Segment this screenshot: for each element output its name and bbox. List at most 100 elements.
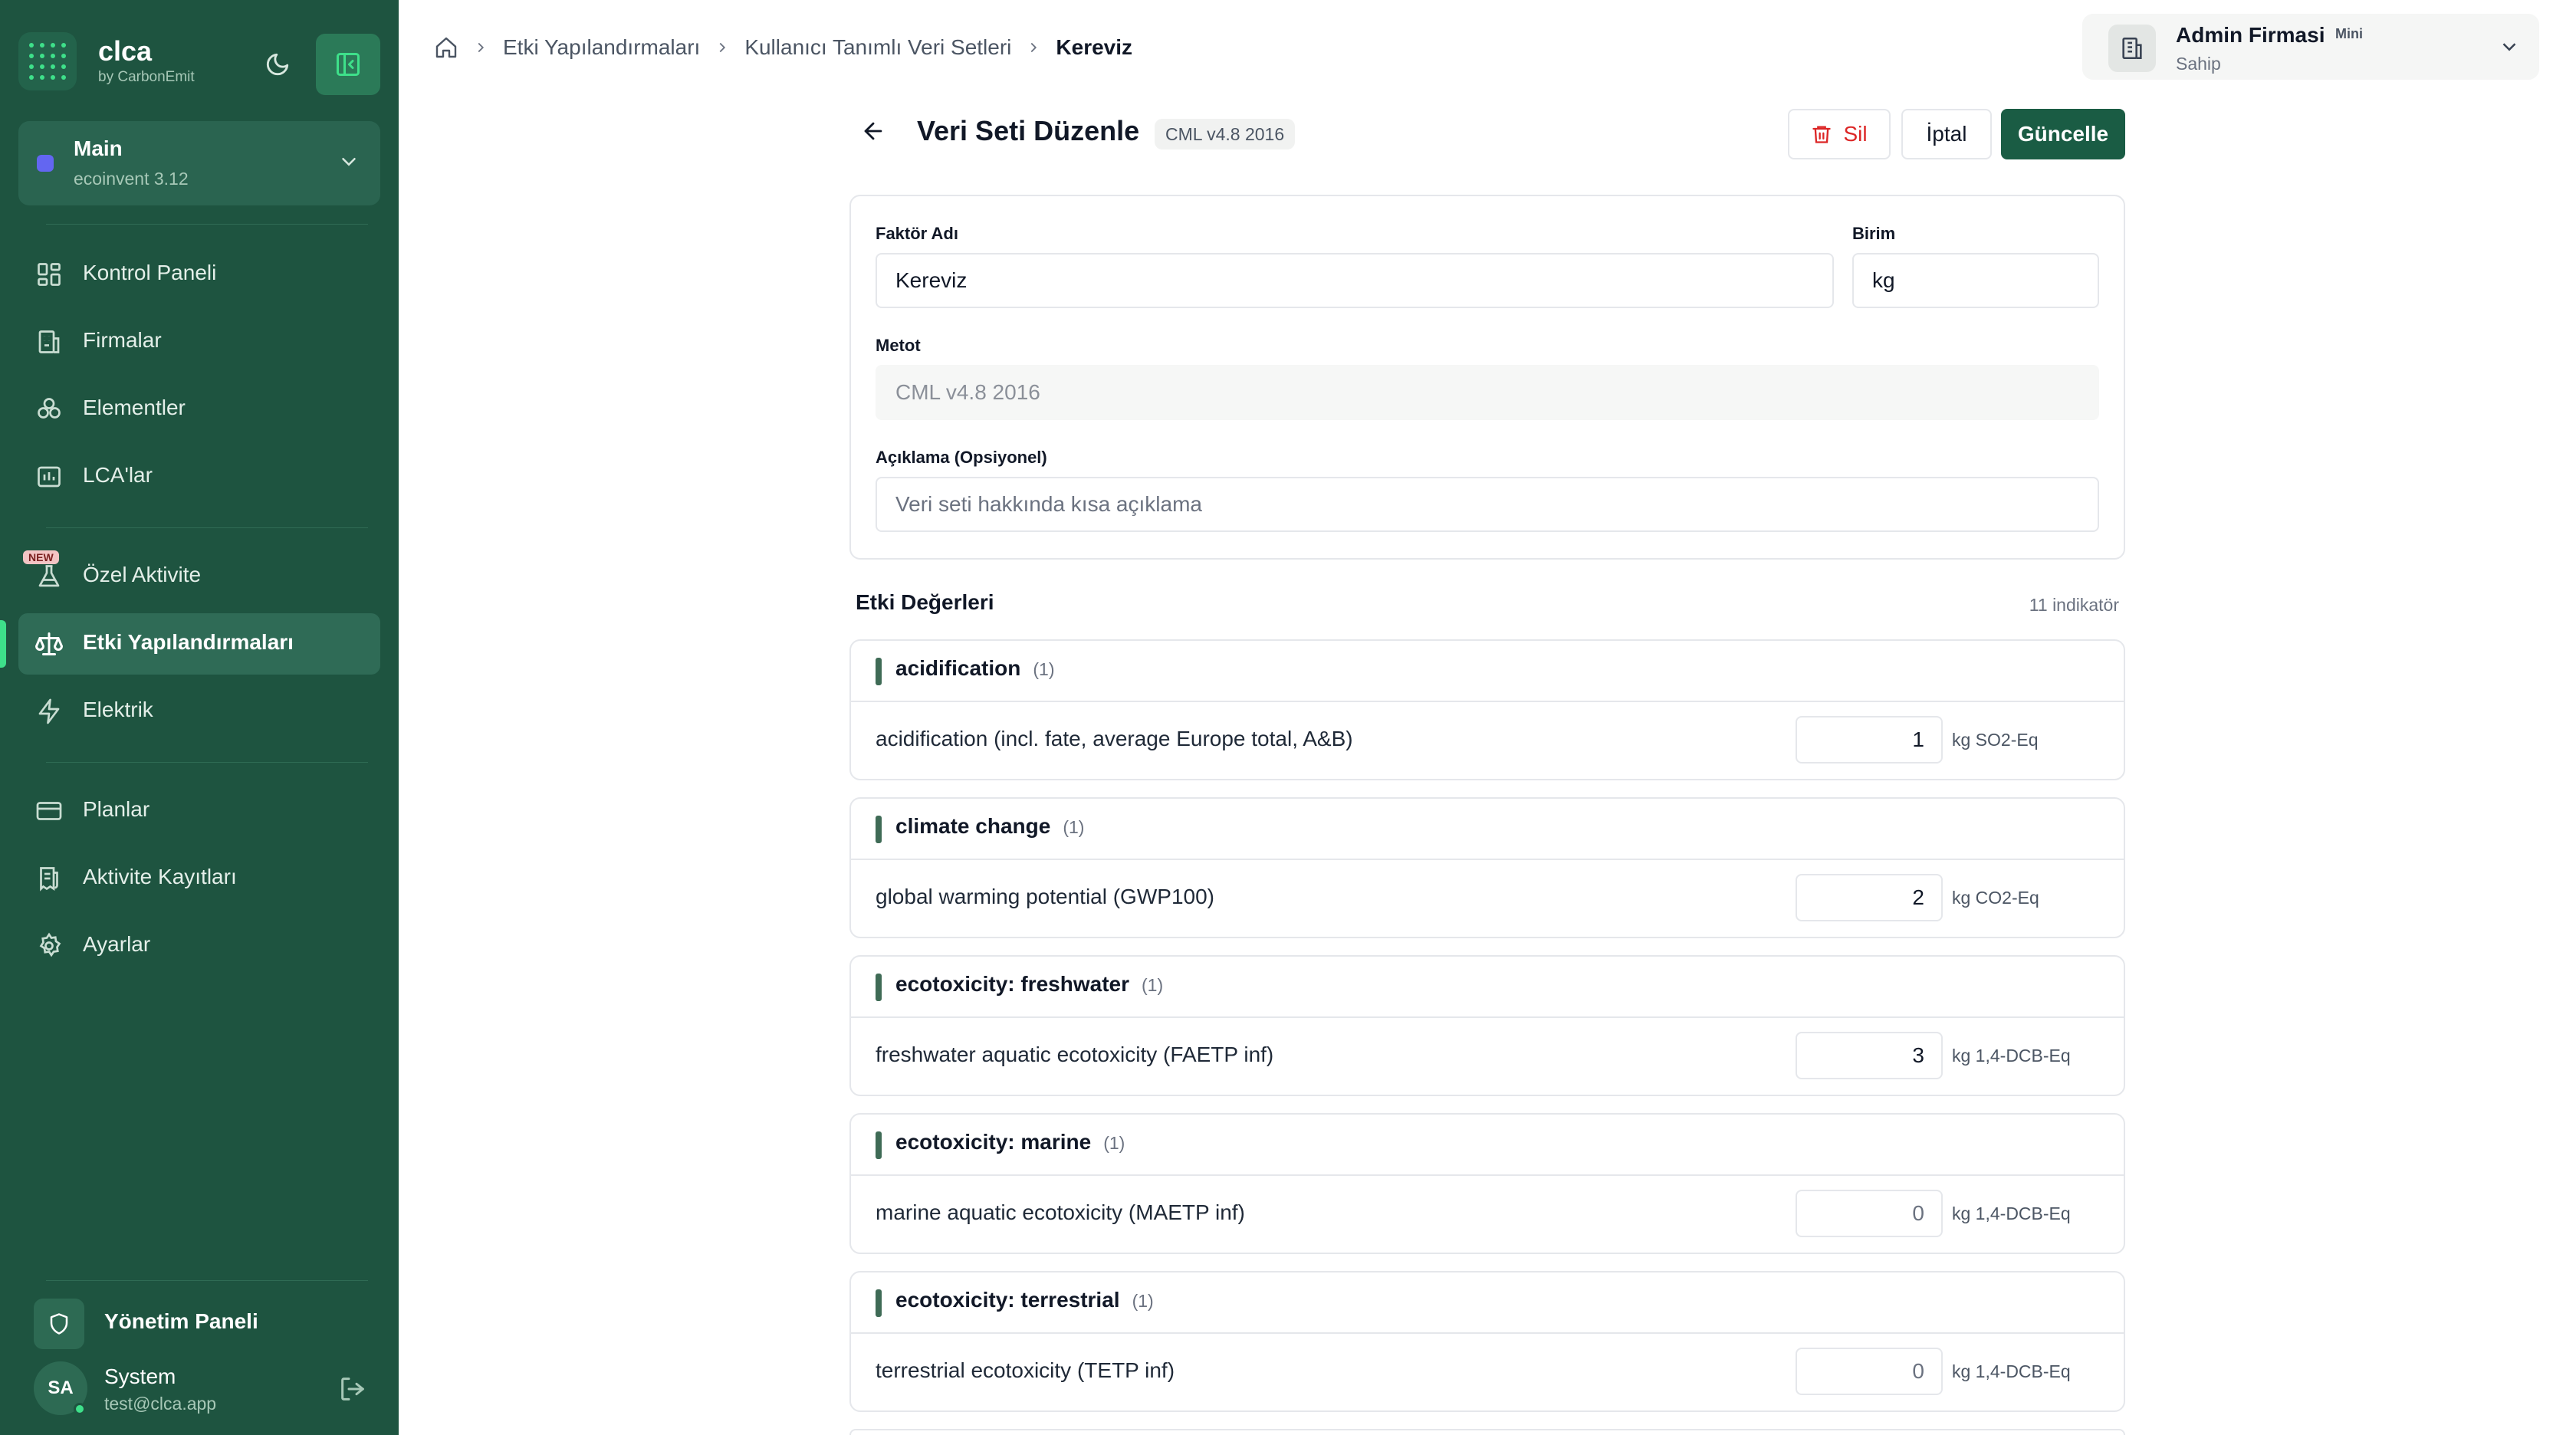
sidebar-divider — [46, 224, 368, 225]
group-name: climate change (1) — [895, 814, 1084, 839]
logout-icon[interactable] — [337, 1374, 368, 1404]
indicator-value-input[interactable] — [1796, 874, 1943, 921]
sidebar-divider — [46, 1280, 368, 1281]
indicator-value-input[interactable] — [1796, 716, 1943, 763]
indicator-name: global warming potential (GWP100) — [876, 885, 1214, 908]
gear-icon — [35, 932, 63, 960]
new-badge: NEW — [23, 550, 59, 564]
dashboard-icon — [35, 261, 63, 288]
back-arrow-icon[interactable] — [860, 118, 886, 144]
sidebar-item-firmalar[interactable]: Firmalar — [18, 311, 380, 373]
method-input — [876, 365, 2099, 420]
brand-subtitle: by CarbonEmit — [98, 69, 195, 85]
dataset-form: Faktör Adı Birim Metot Açıklama (Opsiyon… — [849, 195, 2125, 560]
group-header: acidification (1) — [851, 641, 2124, 702]
breadcrumb-link-datasets[interactable]: Kullanıcı Tanımlı Veri Setleri — [744, 35, 1011, 60]
sidebar-item-elementler[interactable]: Elementler — [18, 379, 380, 440]
indicator-unit: kg 1,4-DCB-Eq — [1952, 1046, 2071, 1066]
group-header: climate change (1) — [851, 799, 2124, 860]
group-count: (1) — [1063, 817, 1085, 837]
breadcrumb-link-etki[interactable]: Etki Yapılandırmaları — [503, 35, 700, 60]
indicator-value-input[interactable] — [1796, 1032, 1943, 1079]
sidebar: clca by CarbonEmit Main ecoinvent 3.12 K… — [0, 0, 399, 1435]
breadcrumb-current: Kereviz — [1056, 35, 1133, 59]
group-header: ecotoxicity: marine (1) — [851, 1115, 2124, 1176]
chart-icon — [35, 463, 63, 491]
user-email: test@clca.app — [104, 1394, 217, 1414]
update-button[interactable]: Güncelle — [2001, 109, 2125, 159]
sidebar-item-aktivite-kayitlari[interactable]: Aktivite Kayıtları — [18, 848, 380, 909]
factor-name-input[interactable] — [876, 253, 1834, 308]
sidebar-item-ozel-aktivite[interactable]: Özel Aktivite — [18, 546, 380, 607]
indicator-name: marine aquatic ecotoxicity (MAETP inf) — [876, 1200, 1245, 1224]
unit-input[interactable] — [1852, 253, 2099, 308]
active-indicator — [0, 620, 6, 668]
page-title: Veri Seti Düzenle — [917, 115, 1140, 146]
indicator-unit: kg SO2-Eq — [1952, 730, 2039, 750]
impact-group-climate-change: climate change (1) global warming potenti… — [849, 797, 2125, 938]
indicator-name: freshwater aquatic ecotoxicity (FAETP in… — [876, 1043, 1274, 1066]
group-header: ecotoxicity: terrestrial (1) — [851, 1272, 2124, 1334]
group-header: ecotoxicity: freshwater (1) — [851, 957, 2124, 1018]
user-profile[interactable]: SA System test@clca.app — [34, 1360, 380, 1418]
chevron-right-icon — [472, 39, 489, 56]
group-name: ecotoxicity: freshwater (1) — [895, 972, 1163, 997]
sidebar-item-label: Etki Yapılandırmaları — [83, 630, 294, 654]
sidebar-item-label: Planlar — [83, 797, 150, 821]
group-accent-bar — [876, 1131, 882, 1159]
method-badge: CML v4.8 2016 — [1155, 119, 1296, 149]
indicator-count: 11 indikatör — [2029, 595, 2119, 615]
group-name: acidification (1) — [895, 656, 1055, 681]
indicator-name: terrestrial ecotoxicity (TETP inf) — [876, 1358, 1175, 1382]
brand-logo-icon[interactable] — [18, 32, 77, 90]
sidebar-divider — [46, 762, 368, 763]
indicator-value-input[interactable] — [1796, 1348, 1943, 1395]
home-icon[interactable] — [434, 35, 458, 60]
group-name-text: ecotoxicity: terrestrial — [895, 1288, 1120, 1312]
unit-label: Birim — [1852, 224, 1896, 243]
description-input[interactable] — [876, 477, 2099, 532]
sidebar-item-label: Özel Aktivite — [83, 563, 202, 586]
description-label: Açıklama (Opsiyonel) — [876, 448, 1047, 467]
sidebar-item-label: Elementler — [83, 396, 186, 419]
building-icon — [35, 328, 63, 356]
user-name: System — [104, 1364, 176, 1388]
building-icon — [2108, 25, 2156, 72]
receipt-icon — [35, 865, 63, 892]
group-count: (1) — [1132, 1291, 1154, 1311]
online-status-dot — [74, 1403, 86, 1415]
sidebar-item-lcalar[interactable]: LCA'lar — [18, 446, 380, 507]
sidebar-item-elektrik[interactable]: Elektrik — [18, 681, 380, 742]
workspace-color-dot — [37, 155, 54, 172]
app-root: clca by CarbonEmit Main ecoinvent 3.12 K… — [0, 0, 2576, 1435]
sidebar-item-planlar[interactable]: Planlar — [18, 780, 380, 842]
indicator-value-input[interactable] — [1796, 1190, 1943, 1237]
group-count: (1) — [1033, 659, 1055, 679]
impact-group-acidification: acidification (1) acidification (incl. fa… — [849, 639, 2125, 780]
sidebar-item-etki-yapilandirmalari[interactable]: Etki Yapılandırmaları — [18, 613, 380, 675]
sidebar-item-label: Elektrik — [83, 698, 153, 721]
flask-icon — [35, 563, 63, 590]
delete-label: Sil — [1843, 122, 1868, 146]
sidebar-item-ayarlar[interactable]: Ayarlar — [18, 915, 380, 977]
chevron-right-icon — [714, 39, 731, 56]
workspace-switcher[interactable]: Main ecoinvent 3.12 — [18, 121, 380, 205]
brand: clca by CarbonEmit — [18, 32, 380, 95]
indicator-unit: kg 1,4-DCB-Eq — [1952, 1203, 2071, 1223]
sidebar-divider — [46, 527, 368, 528]
indicator-unit: kg CO2-Eq — [1952, 888, 2039, 908]
workspace-database: ecoinvent 3.12 — [74, 169, 189, 189]
company-switcher[interactable]: Admin Firmasi Mini Sahip — [2082, 14, 2539, 80]
impact-group-ecotoxicity-freshwater: ecotoxicity: freshwater (1) freshwater aq… — [849, 955, 2125, 1096]
admin-panel-link[interactable]: Yönetim Paneli — [34, 1295, 380, 1351]
indicator-unit: kg 1,4-DCB-Eq — [1952, 1361, 2071, 1381]
sidebar-item-kontrol-paneli[interactable]: Kontrol Paneli — [18, 244, 380, 305]
sidebar-collapse-icon[interactable] — [316, 34, 380, 95]
theme-toggle-moon-icon[interactable] — [258, 44, 297, 84]
admin-panel-label: Yönetim Paneli — [104, 1309, 258, 1333]
indicator-name: acidification (incl. fate, average Europ… — [876, 727, 1353, 750]
shield-icon — [34, 1299, 84, 1349]
sidebar-item-label: Aktivite Kayıtları — [83, 865, 237, 888]
delete-button[interactable]: Sil — [1788, 109, 1891, 159]
cancel-button[interactable]: İptal — [1901, 109, 1992, 159]
